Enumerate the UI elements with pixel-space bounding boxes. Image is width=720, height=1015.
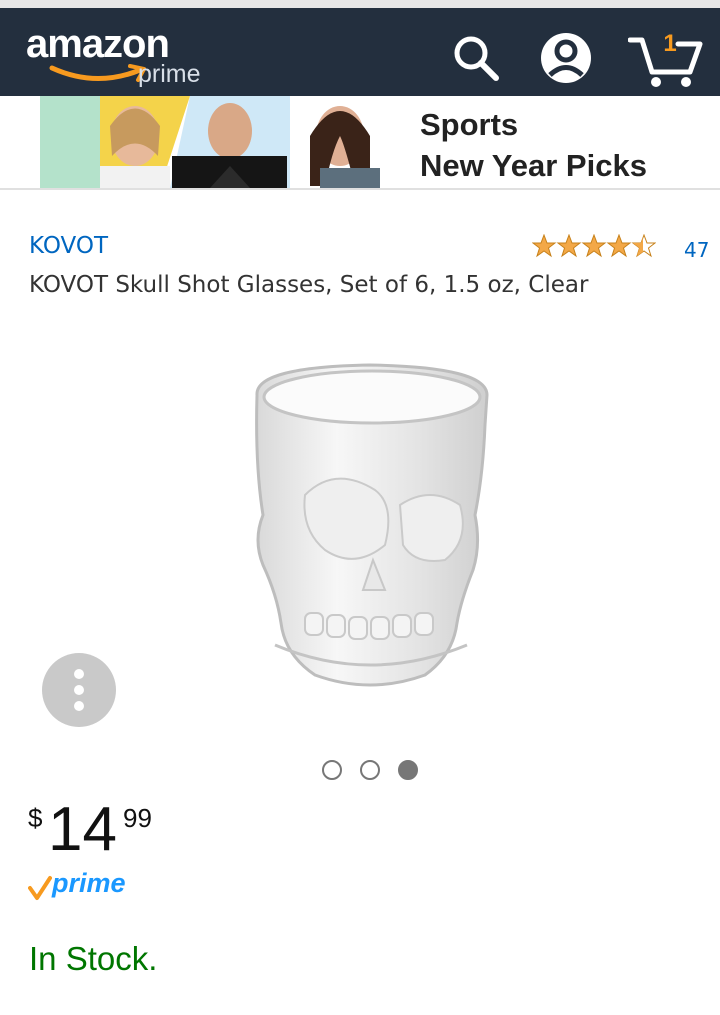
banner-line-1: Sports	[420, 107, 519, 142]
logo-prime-text: prime	[138, 60, 201, 88]
more-options-dot	[74, 685, 84, 695]
delivery-info-cutoff	[29, 1006, 709, 1015]
logo-smile-icon	[49, 64, 146, 82]
price-fraction: 99	[123, 803, 152, 833]
price-currency: $	[28, 803, 43, 833]
banner-line-2: New Year Picks	[420, 148, 647, 183]
carousel-dot-2[interactable]	[360, 760, 380, 780]
banner-people-image	[40, 96, 410, 188]
image-carousel-indicator	[320, 760, 420, 782]
more-options-button[interactable]	[42, 653, 116, 727]
more-options-dot	[74, 669, 84, 679]
product-image[interactable]	[235, 355, 505, 700]
carousel-dot-1[interactable]	[322, 760, 342, 780]
star-icon	[607, 234, 631, 257]
search-icon[interactable]	[450, 32, 502, 84]
more-options-dot	[74, 701, 84, 711]
price-whole: 14	[48, 795, 117, 864]
carousel-dot-3[interactable]	[398, 760, 418, 780]
prime-check-icon	[28, 876, 52, 900]
star-icon	[557, 234, 581, 257]
star-icon	[582, 234, 606, 257]
star-rating[interactable]	[532, 234, 656, 258]
banner-divider	[0, 188, 720, 190]
prime-label: prime	[52, 868, 126, 898]
amazon-prime-logo[interactable]: amazon prime	[26, 22, 226, 92]
availability-status: In Stock.	[29, 940, 158, 977]
app-header: amazon prime 1	[0, 8, 720, 96]
product-title: KOVOT Skull Shot Glasses, Set of 6, 1.5 …	[29, 272, 589, 298]
promo-banner[interactable]: Sports New Year Picks	[0, 96, 720, 190]
half-star-icon	[632, 234, 656, 257]
banner-headline: Sports New Year Picks	[420, 104, 647, 186]
status-bar-edge	[0, 0, 720, 8]
cart-count-badge: 1	[663, 30, 677, 57]
review-count-link[interactable]: 47	[684, 238, 709, 262]
brand-link[interactable]: KOVOT	[29, 233, 108, 259]
star-icon	[532, 234, 556, 257]
prime-badge: prime	[28, 868, 148, 906]
account-icon[interactable]	[538, 30, 594, 86]
